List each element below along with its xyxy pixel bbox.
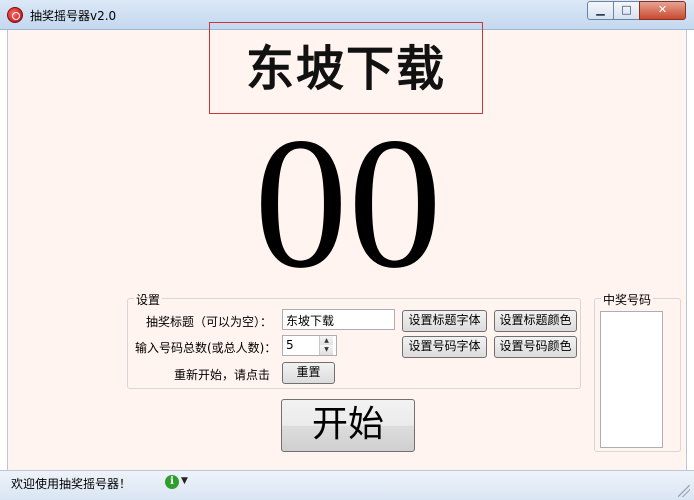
settings-group-label: 设置 [134, 291, 163, 308]
total-label: 输入号码总数(或总人数)： [135, 341, 277, 355]
main-panel: 东坡下载 00 设置 抽奖标题（可以为空）： 东坡下载 设置标题字体 设置标题颜… [7, 22, 687, 470]
lottery-title: 东坡下载 [245, 41, 446, 97]
app-icon [7, 7, 23, 23]
chevron-down-icon[interactable]: ▼ [181, 476, 188, 486]
status-bar: 欢迎使用抽奖摇号器！ i ▼ [0, 470, 694, 500]
stepper-down-icon[interactable]: ▼ [319, 345, 333, 355]
set-number-font-button[interactable]: 设置号码字体 [402, 336, 487, 358]
total-value: 5 [286, 338, 294, 352]
reset-button[interactable]: 重置 [282, 362, 335, 384]
maximize-button[interactable]: □ [613, 1, 640, 20]
winners-group: 中奖号码 [594, 291, 681, 452]
set-number-color-button[interactable]: 设置号码颜色 [494, 336, 577, 358]
total-stepper[interactable]: 5 ▲ ▼ [282, 335, 337, 356]
info-icon[interactable]: i [165, 475, 179, 489]
winners-list[interactable] [600, 311, 663, 448]
settings-group: 设置 抽奖标题（可以为空）： 东坡下载 设置标题字体 设置标题颜色 输入号码总数… [127, 291, 581, 389]
title-input[interactable]: 东坡下载 [282, 309, 395, 330]
minimize-button[interactable]: ▁ [587, 1, 614, 20]
restart-label: 重新开始，请点击 [174, 368, 271, 382]
close-button[interactable]: ✕ [639, 1, 686, 20]
window-title: 抽奖摇号器v2.0 [30, 9, 117, 23]
winners-group-label: 中奖号码 [601, 291, 654, 308]
number-display: 00 [254, 98, 442, 307]
status-text: 欢迎使用抽奖摇号器！ [11, 477, 132, 491]
resize-grip-icon[interactable] [678, 485, 690, 497]
title-label: 抽奖标题（可以为空）： [146, 315, 273, 329]
set-title-font-button[interactable]: 设置标题字体 [402, 310, 487, 332]
start-button[interactable]: 开始 [281, 399, 415, 452]
set-title-color-button[interactable]: 设置标题颜色 [494, 310, 577, 332]
